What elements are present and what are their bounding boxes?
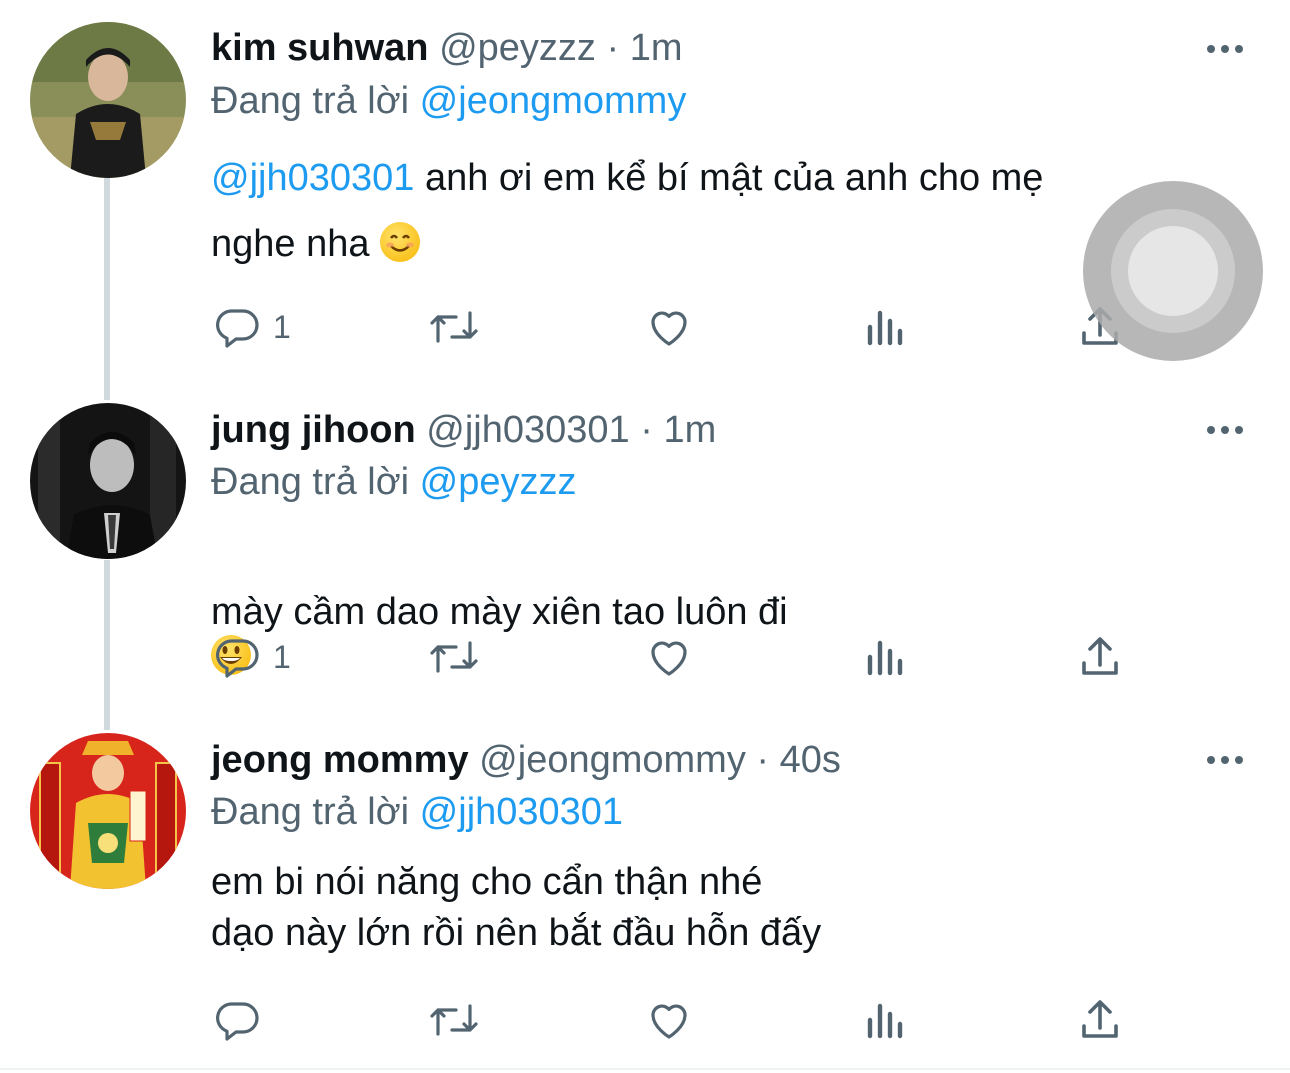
analytics-icon bbox=[867, 1003, 903, 1039]
share-button[interactable] bbox=[1078, 627, 1122, 687]
username[interactable]: @jeongmommy bbox=[479, 739, 746, 781]
reply-icon bbox=[216, 309, 259, 348]
heart-icon bbox=[651, 641, 687, 676]
reply-count: 1 bbox=[273, 308, 291, 345]
avatar[interactable] bbox=[30, 22, 186, 178]
tweet-text: @jjh030301 anh ơi em kể bí mật của anh c… bbox=[211, 145, 1211, 277]
avatar[interactable] bbox=[30, 733, 186, 889]
separator: · bbox=[606, 27, 620, 69]
retweet-button[interactable] bbox=[428, 627, 480, 687]
replying-prefix: Đang trả lời bbox=[211, 80, 410, 122]
tweet-header: jung jihoon @jjh030301 · 1m bbox=[211, 407, 716, 453]
share-button[interactable] bbox=[1078, 990, 1122, 1050]
separator: · bbox=[756, 739, 770, 781]
tweet-text: em bi nói năng cho cẩn thận nhé dạo này … bbox=[211, 861, 822, 954]
like-button[interactable] bbox=[645, 627, 693, 687]
tweet[interactable]: kim suhwan @peyzzz · 1m Đang trả lời @je… bbox=[0, 0, 1290, 390]
tweet[interactable]: jung jihoon @jjh030301 · 1m Đang trả lời… bbox=[0, 390, 1290, 720]
analytics-button[interactable] bbox=[862, 990, 906, 1050]
tweet-header: kim suhwan @peyzzz · 1m bbox=[211, 25, 682, 71]
tweet[interactable]: jeong mommy @jeongmommy · 40s Đang trả l… bbox=[0, 720, 1290, 1070]
replying-to-mention[interactable]: @jjh030301 bbox=[420, 791, 623, 833]
replying-to-mention[interactable]: @jeongmommy bbox=[420, 80, 687, 122]
action-bar: 1 bbox=[0, 627, 1290, 687]
display-name[interactable]: jeong mommy bbox=[211, 739, 469, 781]
like-button[interactable] bbox=[645, 990, 693, 1050]
analytics-icon bbox=[867, 310, 903, 346]
more-options-icon[interactable] bbox=[1207, 420, 1247, 440]
retweet-icon bbox=[430, 1004, 478, 1036]
timestamp[interactable]: 40s bbox=[780, 739, 841, 781]
reply-icon bbox=[216, 1002, 259, 1041]
retweet-button[interactable] bbox=[428, 297, 480, 357]
retweet-icon bbox=[430, 311, 478, 343]
replying-to: Đang trả lời @peyzzz bbox=[211, 459, 577, 505]
tweet-text-line-1: anh ơi em kể bí mật của anh cho mẹ bbox=[414, 157, 1044, 199]
timestamp[interactable]: 1m bbox=[630, 27, 683, 69]
like-button[interactable] bbox=[645, 297, 693, 357]
reply-button[interactable]: 1 bbox=[213, 627, 291, 687]
action-bar bbox=[0, 990, 1290, 1050]
tweet-text-line-2: nghe nha bbox=[211, 223, 370, 265]
replying-to-mention[interactable]: @peyzzz bbox=[420, 461, 577, 503]
reply-count: 1 bbox=[273, 638, 291, 675]
tweet-header: jeong mommy @jeongmommy · 40s bbox=[211, 737, 841, 783]
share-icon bbox=[1082, 1000, 1118, 1038]
replying-prefix: Đang trả lời bbox=[211, 461, 410, 503]
replying-to: Đang trả lời @jjh030301 bbox=[211, 789, 623, 835]
avatar[interactable] bbox=[30, 403, 186, 559]
analytics-button[interactable] bbox=[862, 297, 906, 357]
more-options-icon[interactable] bbox=[1207, 750, 1247, 770]
more-options-icon[interactable] bbox=[1207, 39, 1247, 59]
display-name[interactable]: jung jihoon bbox=[211, 409, 416, 451]
share-icon bbox=[1082, 637, 1118, 675]
display-name[interactable]: kim suhwan bbox=[211, 27, 429, 69]
username[interactable]: @jjh030301 bbox=[426, 409, 629, 451]
mention-link[interactable]: @jjh030301 bbox=[211, 157, 414, 199]
replying-to: Đang trả lời @jeongmommy bbox=[211, 78, 686, 124]
retweet-button[interactable] bbox=[428, 990, 480, 1050]
heart-icon bbox=[651, 1004, 687, 1039]
replying-prefix: Đang trả lời bbox=[211, 791, 410, 833]
assistive-touch-button[interactable] bbox=[1083, 181, 1263, 361]
retweet-icon bbox=[430, 641, 478, 673]
divider bbox=[0, 1068, 1290, 1070]
smiling-face-icon bbox=[380, 222, 421, 262]
heart-icon bbox=[651, 311, 687, 346]
analytics-button[interactable] bbox=[862, 627, 906, 687]
reply-button[interactable]: 1 bbox=[213, 297, 291, 357]
timestamp[interactable]: 1m bbox=[663, 409, 716, 451]
analytics-icon bbox=[867, 640, 903, 676]
username[interactable]: @peyzzz bbox=[439, 27, 596, 69]
reply-button[interactable] bbox=[213, 990, 273, 1050]
reply-icon bbox=[216, 639, 259, 678]
separator: · bbox=[640, 409, 653, 451]
